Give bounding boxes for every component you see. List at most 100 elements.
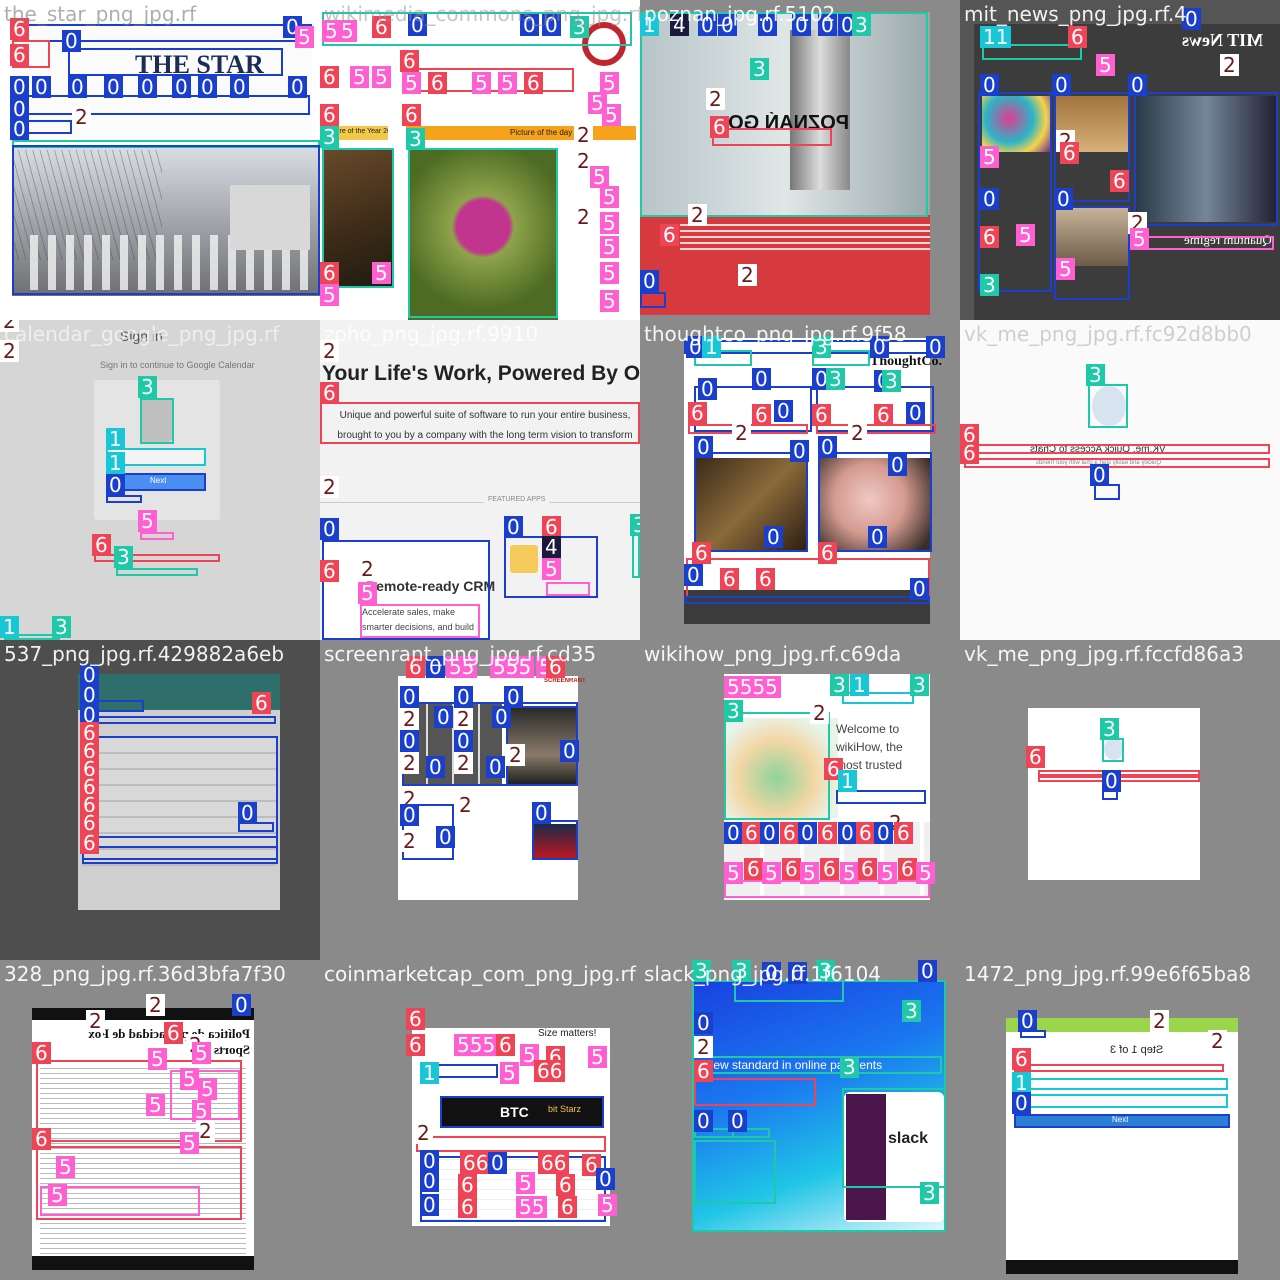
class-label-6: 6 (898, 858, 917, 880)
class-label-3: 3 (882, 370, 901, 392)
bbox (712, 128, 832, 146)
class-label-6: 6 (1068, 26, 1087, 48)
bbox (1142, 236, 1274, 250)
class-label-3: 3 (750, 58, 769, 80)
class-label-6: 6 (400, 50, 419, 72)
class-label-0: 0 (752, 368, 771, 390)
nav-bar (1006, 1260, 1238, 1274)
class-label-2: 2 (848, 422, 867, 444)
class-label-6: 6 (428, 72, 447, 94)
class-label-6: 6 (818, 542, 837, 564)
class-label-0: 0 (640, 270, 659, 292)
tile-3: poznan_jpg.rf.5102 POZNAŃ GO 1 4 0 0 0 0… (640, 0, 960, 320)
class-label-0: 0 (1018, 1010, 1037, 1032)
tile-caption: slack_png_jpg.rf.1f6104 (644, 962, 882, 986)
class-label-0: 0 (400, 804, 419, 826)
tile-caption: thoughtco_png_jpg.rf.9f58 (644, 322, 907, 346)
bbox (1014, 1094, 1228, 1108)
tile-caption: poznan_jpg.rf.5102 (644, 2, 836, 26)
class-label-0: 0 (62, 30, 81, 52)
class-label-6: 66 (534, 1060, 566, 1082)
class-label-6: 6 (752, 404, 771, 426)
class-label-6: 6 (894, 822, 913, 844)
class-label-6: 6 (164, 1022, 183, 1044)
class-label-2: 2 (1208, 1030, 1227, 1052)
tile-1: the_star_png_jpg.rf THE STAR 0 5 0 6 6 0… (0, 0, 320, 320)
class-label-1: 1 (106, 452, 125, 474)
bbox (1102, 738, 1124, 762)
bbox (440, 1096, 604, 1128)
class-label-5: 5 (800, 862, 819, 884)
class-label-2: 2 (506, 744, 525, 766)
class-label-3: 3 (910, 674, 929, 696)
divider (320, 502, 640, 503)
hero-headline: Your Life's Work, Powered By Our Life's … (322, 362, 640, 385)
class-label-5: 5 (598, 1194, 617, 1216)
class-label-6: 6 (32, 1128, 51, 1150)
class-label-5: 5 (916, 862, 935, 884)
tile-caption: coinmarketcap_com_png_jpg.rf (324, 962, 636, 986)
class-label-6: 6 (406, 1008, 425, 1030)
class-label-6: 6 (744, 858, 763, 880)
class-label-0: 0 (68, 76, 87, 98)
class-label-0: 0 (596, 1168, 615, 1190)
tile-caption: the_star_png_jpg.rf (4, 2, 197, 26)
class-label-5: 5 (588, 1046, 607, 1068)
class-label-0: 0 (728, 1110, 747, 1132)
bbox (546, 582, 590, 596)
class-label-2: 2 (414, 1122, 433, 1144)
tile-6: zoho_png_jpg.rf.9910 Your Life's Work, P… (320, 320, 640, 640)
class-label-0: 0 (774, 400, 793, 422)
class-label-5: 5 (48, 1184, 67, 1206)
bbox (1014, 1078, 1228, 1090)
class-label-5: 5 (500, 1062, 519, 1084)
tile-caption: calendar_google_png_jpg.rf (4, 322, 280, 346)
tile-caption: zoho_png_jpg.rf.9910 (324, 322, 539, 346)
class-label-6: 6 (458, 1196, 477, 1218)
class-label-6: 6 (32, 1042, 51, 1064)
class-label-2: 2 (738, 264, 757, 286)
bbox (964, 444, 1270, 454)
class-label-0: 0 (818, 436, 837, 458)
class-label-0: 0 (488, 1152, 507, 1174)
class-label-3: 3 (902, 1000, 921, 1022)
class-label-2: 2 (400, 830, 419, 852)
class-label-6: 6 (688, 402, 707, 424)
class-label-6: 6 (320, 66, 339, 88)
class-label-0: 0 (504, 516, 523, 538)
class-label-5: 5 (600, 290, 619, 312)
bbox (416, 1136, 606, 1152)
class-label-3: 3 (320, 126, 339, 148)
class-label-4: 4 (542, 536, 561, 558)
class-label-5: 5 (138, 510, 157, 532)
potd-heading: Picture of the day (510, 128, 573, 137)
welcome-text: Welcome to wikiHow, the most trusted how… (836, 722, 903, 772)
bbox (1088, 384, 1128, 428)
class-label-5: 5 (180, 1068, 199, 1090)
class-label-0: 0 (694, 1110, 713, 1132)
ad-headline: Size matters! (538, 1028, 597, 1039)
class-label-6: 6 (496, 1034, 515, 1056)
class-label-0: 0 (980, 74, 999, 96)
class-label-0: 0 (104, 76, 123, 98)
class-label-5: 5 (600, 212, 619, 234)
class-label-0: 0 (906, 402, 925, 424)
class-label-5: 5 (146, 1094, 165, 1116)
bbox (1054, 206, 1130, 300)
class-label-0: 0 (172, 76, 191, 98)
class-label-0: 0 (1012, 1092, 1031, 1114)
class-label-0: 0 (1128, 74, 1147, 96)
tile-16: 1472_png_jpg.rf.99e6f65ba8 Step 1 of 3 N… (960, 960, 1280, 1280)
class-label-5: 5 (516, 1172, 535, 1194)
bbox (12, 145, 320, 295)
nav-bar (32, 1256, 254, 1270)
class-label-0: 0 (138, 76, 157, 98)
tile-caption: vk_me_png_jpg.rf.fc92d8bb0 (964, 322, 1252, 346)
class-label-5: 5 (402, 72, 421, 94)
class-label-0: 0 (724, 822, 743, 844)
class-label-6: 66 (538, 1152, 570, 1174)
class-label-1: 11 (980, 26, 1012, 48)
class-label-5: 5 (600, 236, 619, 258)
tile-13: 328_png_jpg.rf.36d3bfa7f30 Política de p… (0, 960, 320, 1280)
tile-8: vk_me_png_jpg.rf.fc92d8bb0 VK.me. Quick … (960, 320, 1280, 640)
